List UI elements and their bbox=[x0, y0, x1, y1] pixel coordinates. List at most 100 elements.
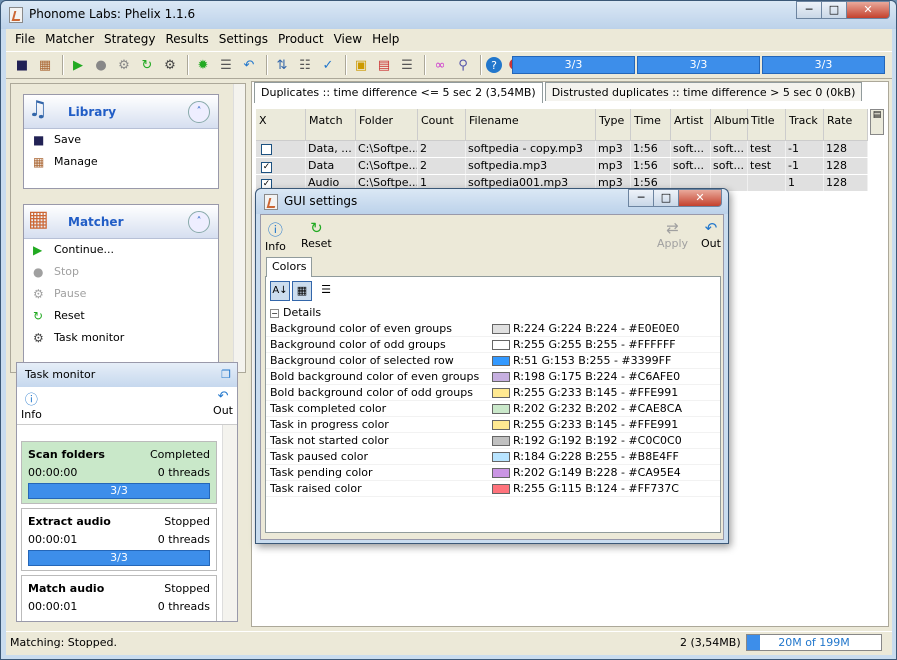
restore-icon[interactable]: ❐ bbox=[221, 363, 231, 387]
matcher-reset[interactable]: ↻ Reset bbox=[24, 305, 218, 327]
menu-view[interactable]: View bbox=[329, 29, 367, 50]
task-monitor-scrollbar[interactable] bbox=[222, 425, 237, 621]
chart-icon[interactable]: ▤ bbox=[374, 55, 394, 75]
matcher-task-monitor[interactable]: ⚙ Task monitor bbox=[24, 327, 218, 349]
menu-strategy[interactable]: Strategy bbox=[99, 29, 160, 50]
matcher-pause[interactable]: ⚙ Pause bbox=[24, 283, 218, 305]
property-row[interactable]: Background color of odd groups R:255 G:25… bbox=[266, 337, 720, 353]
save-icon[interactable]: ■ bbox=[12, 55, 32, 75]
col-type[interactable]: Type bbox=[596, 109, 631, 140]
col-album[interactable]: Album bbox=[711, 109, 749, 140]
key-icon[interactable]: ⚲ bbox=[453, 55, 473, 75]
collapse-group-icon[interactable]: − bbox=[270, 309, 279, 318]
property-value[interactable]: R:202 G:232 B:202 - #CAE8CA bbox=[492, 401, 682, 416]
matcher-stop[interactable]: ● Stop bbox=[24, 261, 218, 283]
property-row[interactable]: Task pending color R:202 G:149 B:228 - #C… bbox=[266, 465, 720, 481]
bug-icon[interactable]: ✹ bbox=[193, 55, 213, 75]
sort-icon[interactable]: ⇅ bbox=[272, 55, 292, 75]
col-track[interactable]: Track bbox=[786, 109, 824, 140]
col-rate[interactable]: Rate bbox=[824, 109, 868, 140]
menu-results[interactable]: Results bbox=[160, 29, 213, 50]
matcher-header[interactable]: ▦ Matcher ˄ bbox=[24, 205, 218, 239]
dialog-apply-button[interactable]: ⇄ Apply bbox=[657, 219, 688, 250]
tab-colors[interactable]: Colors bbox=[266, 257, 313, 277]
property-value[interactable]: R:255 G:233 B:145 - #FFE991 bbox=[492, 385, 678, 400]
details-group[interactable]: − Details bbox=[266, 305, 720, 321]
sort-alpha-icon[interactable]: A↓ bbox=[270, 281, 290, 301]
library-manage[interactable]: ▦ Manage bbox=[24, 151, 218, 173]
col-x[interactable]: X bbox=[256, 109, 306, 140]
dialog-info-button[interactable]: ⓘ Info bbox=[265, 219, 286, 253]
property-row[interactable]: Task completed color R:202 G:232 B:202 - … bbox=[266, 401, 720, 417]
pause-icon[interactable]: ⚙ bbox=[114, 55, 134, 75]
col-filename[interactable]: Filename bbox=[466, 109, 596, 140]
manage-icon[interactable]: ▦ bbox=[35, 55, 55, 75]
tab-duplicates[interactable]: Duplicates :: time difference <= 5 sec 2… bbox=[254, 82, 543, 103]
check-icon[interactable]: ✓ bbox=[318, 55, 338, 75]
col-artist[interactable]: Artist bbox=[671, 109, 711, 140]
collapse-icon[interactable]: ˄ bbox=[188, 211, 210, 233]
folder-icon[interactable]: ▣ bbox=[351, 55, 371, 75]
row-checkbox[interactable] bbox=[256, 141, 306, 157]
property-value[interactable]: R:51 G:153 B:255 - #3399FF bbox=[492, 353, 671, 368]
checkbox[interactable]: ✓ bbox=[261, 162, 272, 173]
description-icon[interactable]: ☰ bbox=[316, 281, 336, 301]
property-value[interactable]: R:202 G:149 B:228 - #CA95E4 bbox=[492, 465, 681, 480]
strategy-icon[interactable]: ☰ bbox=[216, 55, 236, 75]
close-button[interactable]: ✕ bbox=[846, 1, 890, 19]
property-value[interactable]: R:255 G:255 B:255 - #FFFFFF bbox=[492, 337, 676, 352]
property-row[interactable]: Task not started color R:192 G:192 B:192 … bbox=[266, 433, 720, 449]
menu-file[interactable]: File bbox=[10, 29, 40, 50]
table-row[interactable]: Data, ... C:\Softpe... 2 softpedia - copy.m… bbox=[256, 141, 868, 158]
help-icon[interactable]: ? bbox=[486, 57, 502, 73]
property-value[interactable]: R:184 G:228 B:255 - #B8E4FF bbox=[492, 449, 679, 464]
library-save[interactable]: ■ Save bbox=[24, 129, 218, 151]
property-row[interactable]: Bold background color of even groups R:19… bbox=[266, 369, 720, 385]
property-value[interactable]: R:198 G:175 B:224 - #C6AFE0 bbox=[492, 369, 680, 384]
stop-icon[interactable]: ● bbox=[91, 55, 111, 75]
menu-settings[interactable]: Settings bbox=[214, 29, 273, 50]
list-icon[interactable]: ☰ bbox=[397, 55, 417, 75]
task-monitor-icon[interactable]: ⚙ bbox=[160, 55, 180, 75]
col-time[interactable]: Time bbox=[631, 109, 671, 140]
menu-help[interactable]: Help bbox=[367, 29, 404, 50]
link-icon[interactable]: ∞ bbox=[430, 55, 450, 75]
property-value[interactable]: R:255 G:115 B:124 - #FF737C bbox=[492, 481, 679, 496]
property-row[interactable]: Task raised color R:255 G:115 B:124 - #FF… bbox=[266, 481, 720, 497]
tab-distrusted[interactable]: Distrusted duplicates :: time difference… bbox=[544, 82, 863, 101]
maximize-button[interactable]: □ bbox=[821, 1, 847, 19]
library-header[interactable]: ♫ Library ˄ bbox=[24, 95, 218, 129]
task-pane-scrollbar[interactable] bbox=[233, 84, 245, 372]
property-row[interactable]: Task paused color R:184 G:228 B:255 - #B8… bbox=[266, 449, 720, 465]
property-value[interactable]: R:192 G:192 B:192 - #C0C0C0 bbox=[492, 433, 682, 448]
collapse-icon[interactable]: ˄ bbox=[188, 101, 210, 123]
property-row[interactable]: Background color of selected row R:51 G:1… bbox=[266, 353, 720, 369]
property-value[interactable]: R:255 G:233 B:145 - #FFE991 bbox=[492, 417, 678, 432]
property-row[interactable]: Task in progress color R:255 G:233 B:145 … bbox=[266, 417, 720, 433]
table-row[interactable]: ✓ Data C:\Softpe... 2 softpedia.mp3 mp3 1:56 so… bbox=[256, 158, 868, 175]
col-title[interactable]: Title bbox=[748, 109, 786, 140]
col-folder[interactable]: Folder bbox=[356, 109, 418, 140]
categorized-icon[interactable]: ▦ bbox=[292, 281, 312, 301]
menu-product[interactable]: Product bbox=[273, 29, 329, 50]
checkbox[interactable] bbox=[261, 144, 272, 155]
task-out-button[interactable]: ↶ Out bbox=[213, 389, 233, 417]
dialog-close-button[interactable]: ✕ bbox=[678, 189, 722, 207]
menu-matcher[interactable]: Matcher bbox=[40, 29, 99, 50]
property-row[interactable]: Bold background color of odd groups R:255… bbox=[266, 385, 720, 401]
dialog-out-button[interactable]: ↶ Out bbox=[701, 219, 721, 250]
column-chooser-icon[interactable]: ▤ bbox=[870, 109, 884, 135]
task-info-button[interactable]: ⓘ Info bbox=[21, 389, 42, 421]
dialog-minimize-button[interactable]: ─ bbox=[628, 189, 654, 207]
filter-icon[interactable]: ☷ bbox=[295, 55, 315, 75]
dialog-maximize-button[interactable]: □ bbox=[653, 189, 679, 207]
row-checkbox[interactable]: ✓ bbox=[256, 158, 306, 174]
property-value[interactable]: R:224 G:224 B:224 - #E0E0E0 bbox=[492, 321, 680, 336]
reset-icon[interactable]: ↻ bbox=[137, 55, 157, 75]
undo-icon[interactable]: ↶ bbox=[239, 55, 259, 75]
minimize-button[interactable]: ─ bbox=[796, 1, 822, 19]
matcher-continue[interactable]: ▶ Continue... bbox=[24, 239, 218, 261]
col-match[interactable]: Match bbox=[306, 109, 356, 140]
col-count[interactable]: Count bbox=[418, 109, 466, 140]
property-row[interactable]: Background color of even groups R:224 G:2… bbox=[266, 321, 720, 337]
